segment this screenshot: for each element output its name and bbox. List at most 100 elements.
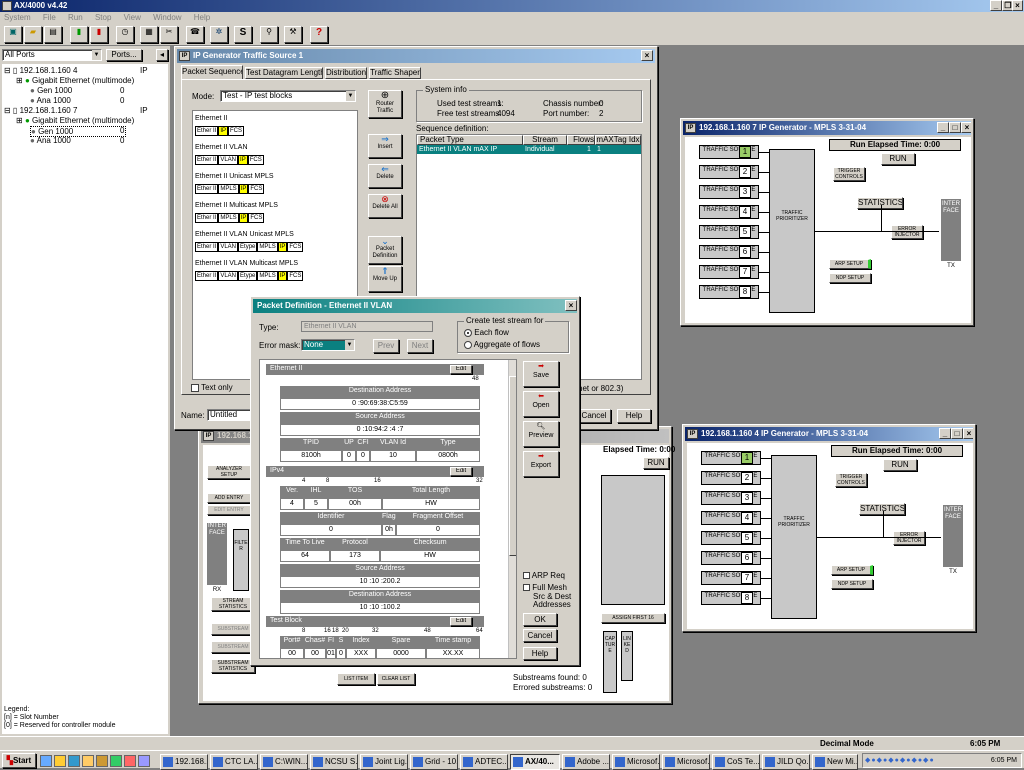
edit-ethernet-button[interactable]: Edit: [450, 365, 472, 374]
field-value[interactable]: 00: [280, 648, 304, 658]
statistics-button[interactable]: STATISTICS: [859, 503, 905, 515]
delete-all-button[interactable]: ⊗ Delete All: [368, 194, 402, 218]
error-injector-button[interactable]: ERROR INJECTOR: [893, 531, 925, 545]
interface-block[interactable]: INTERFACE: [941, 199, 961, 261]
field-value[interactable]: HW: [380, 550, 480, 562]
router-traffic-button[interactable]: ⊕ Router Traffic: [368, 90, 402, 118]
close-button[interactable]: ×: [565, 300, 577, 311]
app-icon[interactable]: [110, 755, 122, 767]
prev-button[interactable]: Prev: [373, 339, 399, 353]
packet-type-name[interactable]: Ethernet II VLAN Unicast MPLS: [195, 231, 294, 238]
full-mesh-checkbox[interactable]: Full Mesh: [523, 583, 567, 592]
tree-node-gen[interactable]: ● Gen 1000: [30, 86, 72, 95]
wheel-icon[interactable]: ✲: [210, 26, 228, 43]
tree-node-ana[interactable]: ● Ana 1000: [30, 136, 71, 145]
antenna-icon[interactable]: ⚲: [260, 26, 278, 43]
field-value[interactable]: 0: [342, 450, 356, 462]
field-value[interactable]: 0800h: [416, 450, 480, 462]
tree-node-chassis-4[interactable]: ⊟ ▯ 192.168.1.160 4: [4, 66, 77, 75]
field-value[interactable]: 0h: [382, 524, 396, 536]
help-button[interactable]: Help: [617, 409, 651, 423]
packet-type-fields[interactable]: Ether II MPLS IP FCS: [195, 184, 265, 194]
close-button[interactable]: ×: [963, 428, 973, 439]
tab-traffic-shaper[interactable]: Traffic Shaper: [369, 67, 421, 79]
packet-type-fields[interactable]: Ether II VLAN Etype MPLS IP FCS: [195, 242, 304, 252]
substream-button[interactable]: SUBSTREAM: [211, 623, 255, 635]
field-value[interactable]: 0: [396, 524, 480, 536]
src-address-value[interactable]: 0 :10:94:2 :4 :7: [280, 424, 480, 436]
tree-node-gigabit[interactable]: ⊞ ● Gigabit Ethernet (multimode): [16, 76, 134, 85]
field-value[interactable]: 00: [304, 648, 326, 658]
tools-icon[interactable]: ⚒: [284, 26, 302, 43]
substream-statistics-button[interactable]: SUBSTREAM STATISTICS: [211, 659, 255, 673]
packet-type-fields[interactable]: Ether II VLAN Etype MPLS IP FCS: [195, 271, 304, 281]
insert-button[interactable]: ⇒ Insert: [368, 134, 402, 158]
traffic-source-titlebar[interactable]: IP IP Generator Traffic Source 1 ×: [177, 49, 655, 63]
filter-block[interactable]: FILTER: [233, 529, 249, 591]
preview-button[interactable]: 🔍︎ Preview: [523, 421, 559, 447]
field-value[interactable]: XX.XX: [426, 648, 480, 658]
run-button[interactable]: RUN: [643, 457, 669, 469]
ndp-setup-button[interactable]: NDP SETUP: [829, 273, 871, 283]
scrollbar[interactable]: [508, 360, 516, 658]
export-button[interactable]: ➡ Export: [523, 451, 559, 477]
col-flows[interactable]: Flows: [567, 135, 595, 145]
desktop-icon[interactable]: [68, 755, 80, 767]
tree-node-ana[interactable]: ● Ana 1000: [30, 96, 71, 105]
ie-icon[interactable]: [40, 755, 52, 767]
move-up-button[interactable]: ⇑ Move Up: [368, 266, 402, 292]
minimize-button[interactable]: _: [937, 122, 949, 133]
ndp-setup-button[interactable]: NDP SETUP: [831, 579, 873, 589]
each-flow-radio[interactable]: Each flow: [464, 328, 509, 337]
outlook-icon[interactable]: [54, 755, 66, 767]
ports-select[interactable]: All Ports ▼: [2, 49, 102, 61]
maximize-button[interactable]: □: [951, 428, 963, 439]
statistics-button[interactable]: STATISTICS: [857, 197, 903, 209]
substream-button[interactable]: SUBSTREAM: [211, 641, 255, 653]
col-packet-type[interactable]: Packet Type: [417, 135, 523, 145]
cut-icon[interactable]: ✂: [160, 26, 178, 43]
run-button[interactable]: RUN: [883, 459, 917, 471]
packet-type-fields[interactable]: Ether II VLAN IP FCS: [195, 155, 264, 165]
clear-list-button[interactable]: CLEAR LIST: [377, 673, 415, 685]
linked-block[interactable]: LINKED: [621, 631, 633, 681]
field-value[interactable]: XXX: [346, 648, 376, 658]
prioritizer-block[interactable]: TRAFFIC PRIORITIZER: [771, 455, 817, 619]
connect-icon[interactable]: ▣: [4, 26, 22, 43]
generator-4-titlebar[interactable]: IP 192.168.1.160 4 IP Generator - MPLS 3-…: [685, 427, 973, 441]
maximize-button[interactable]: □: [949, 122, 961, 133]
interface-rx-block[interactable]: INTERFACE: [207, 523, 227, 585]
field-value[interactable]: 0000: [376, 648, 426, 658]
ip-dst-value[interactable]: 10 :10 :100.2: [280, 602, 480, 614]
start-button[interactable]: ▚Start: [2, 753, 36, 768]
field-value[interactable]: 01: [326, 648, 336, 658]
close-button[interactable]: ×: [961, 122, 971, 133]
field-value[interactable]: 173: [330, 550, 380, 562]
trigger-controls-button[interactable]: TRIGGER CONTROLS: [835, 473, 867, 487]
app-icon[interactable]: [124, 755, 136, 767]
green-port-icon[interactable]: ▮: [70, 26, 88, 43]
app-minimize-button[interactable]: _: [990, 0, 1002, 11]
field-value[interactable]: 10: [370, 450, 416, 462]
timer-icon[interactable]: ◷: [116, 26, 134, 43]
trigger-controls-button[interactable]: TRIGGER CONTROLS: [833, 167, 865, 181]
folder-icon[interactable]: [82, 755, 94, 767]
col-stream[interactable]: Stream: [523, 135, 567, 145]
mode-select[interactable]: Test - IP test blocks ▼: [220, 90, 356, 102]
packet-type-fields[interactable]: Ether II IP FCS: [195, 126, 245, 136]
arp-setup-button[interactable]: ARP SETUP: [831, 565, 873, 575]
field-value[interactable]: HW: [382, 498, 480, 510]
open-icon[interactable]: ▰: [24, 26, 42, 43]
delete-button[interactable]: ⇐ Delete: [368, 164, 402, 188]
next-button[interactable]: Next: [407, 339, 433, 353]
analyzer-setup-button[interactable]: ANALYZER SETUP: [207, 465, 251, 479]
page-icon[interactable]: ▦: [140, 26, 158, 43]
cancel-button[interactable]: Cancel: [577, 409, 611, 423]
app-close-button[interactable]: ×: [1012, 0, 1023, 11]
packet-type-fields[interactable]: Ether II MPLS IP FCS: [195, 213, 265, 223]
aggregate-radio[interactable]: Aggregate of flows: [464, 340, 540, 349]
add-entry-button[interactable]: ADD ENTRY: [207, 493, 251, 503]
help-icon[interactable]: ?: [310, 26, 328, 43]
collapse-panel-button[interactable]: ◂: [156, 49, 168, 61]
field-value[interactable]: 00h: [328, 498, 382, 510]
